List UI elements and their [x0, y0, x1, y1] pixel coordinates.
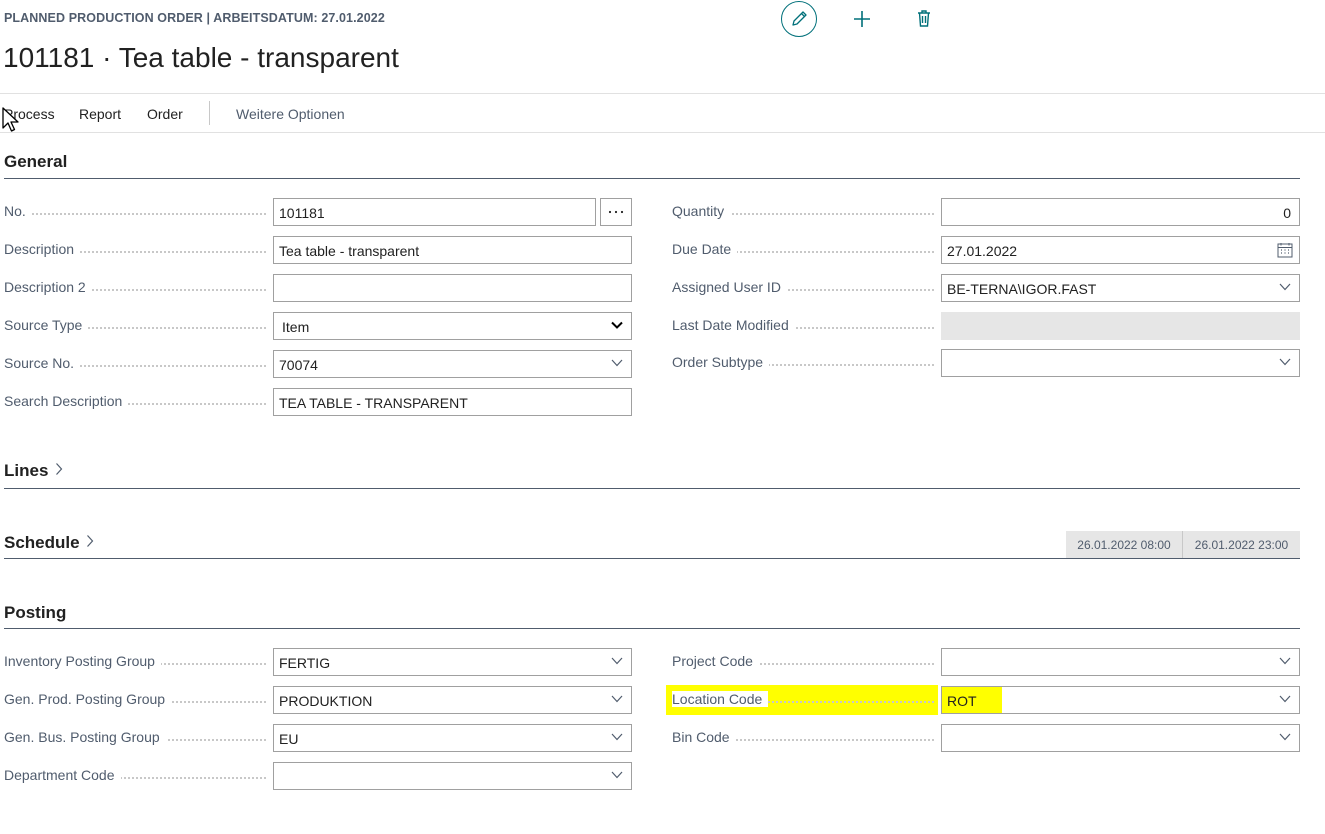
- label-order-subtype: Order Subtype: [672, 354, 934, 370]
- section-schedule[interactable]: Schedule: [4, 533, 94, 553]
- section-schedule-divider: [4, 558, 1300, 559]
- section-general-divider: [4, 178, 1300, 179]
- plus-icon: [854, 11, 870, 27]
- chevron-right-icon: [87, 535, 94, 547]
- gen-bus-posting-group-field[interactable]: EU: [273, 724, 632, 752]
- gen-bus-posting-group-value: EU: [279, 731, 299, 747]
- chevron-down-icon: [611, 733, 623, 741]
- gen-prod-posting-group-field[interactable]: PRODUKTION: [273, 686, 632, 714]
- chevron-down-icon: [611, 321, 623, 329]
- menu-order[interactable]: Order: [147, 106, 183, 122]
- source-no-field[interactable]: 70074: [273, 350, 632, 378]
- calendar-icon[interactable]: [1277, 242, 1293, 258]
- no-lookup-button[interactable]: [600, 198, 632, 226]
- section-lines-title: Lines: [4, 461, 49, 480]
- chevron-down-icon: [1279, 358, 1291, 366]
- location-code-value: ROT: [947, 693, 977, 709]
- action-bar-bottom-border: [0, 132, 1325, 133]
- label-department-code: Department Code: [4, 767, 266, 783]
- gen-prod-posting-group-value: PRODUKTION: [279, 693, 373, 709]
- chevron-down-icon: [611, 657, 623, 665]
- label-gen-bus-posting-group: Gen. Bus. Posting Group: [4, 729, 266, 745]
- due-date-value: 27.01.2022: [947, 243, 1018, 259]
- label-gen-prod-posting-group: Gen. Prod. Posting Group: [4, 691, 266, 707]
- new-button[interactable]: [850, 7, 874, 31]
- label-no: No.: [4, 203, 266, 219]
- pencil-icon: [792, 11, 807, 26]
- description-2-field[interactable]: [273, 274, 632, 302]
- bin-code-field[interactable]: [941, 724, 1300, 752]
- label-search-description: Search Description: [4, 393, 266, 409]
- section-general[interactable]: General: [4, 152, 67, 172]
- section-lines-divider: [4, 488, 1300, 489]
- label-assigned-user-id: Assigned User ID: [672, 279, 934, 295]
- chevron-down-icon: [1279, 695, 1291, 703]
- section-posting-divider: [4, 628, 1300, 629]
- label-project-code: Project Code: [672, 653, 934, 669]
- label-quantity: Quantity: [672, 203, 934, 219]
- label-source-no: Source No.: [4, 355, 266, 371]
- section-posting[interactable]: Posting: [4, 603, 66, 623]
- no-field[interactable]: 101181: [273, 198, 596, 226]
- mouse-cursor-icon: [2, 107, 19, 132]
- menu-separator: [209, 101, 210, 125]
- edit-button[interactable]: [781, 1, 817, 37]
- source-type-value: Item: [282, 319, 310, 335]
- page-title: 101181 · Tea table - transparent: [3, 42, 399, 73]
- chevron-down-icon: [1279, 283, 1291, 291]
- chevron-down-icon: [611, 359, 623, 367]
- label-description-2: Description 2: [4, 279, 266, 295]
- label-description: Description: [4, 241, 266, 257]
- inventory-posting-group-value: FERTIG: [279, 655, 331, 671]
- action-bar-top-border: [0, 93, 1325, 94]
- chevron-down-icon: [1279, 733, 1291, 741]
- label-location-code: Location Code: [672, 691, 934, 707]
- last-date-modified-field: [941, 312, 1300, 340]
- section-lines[interactable]: Lines: [4, 461, 63, 481]
- menu-more-options[interactable]: Weitere Optionen: [236, 106, 345, 122]
- inventory-posting-group-field[interactable]: FERTIG: [273, 648, 632, 676]
- source-type-select[interactable]: Item: [273, 312, 632, 340]
- due-date-field[interactable]: 27.01.2022: [941, 236, 1300, 264]
- description-field[interactable]: Tea table - transparent: [273, 236, 632, 264]
- section-schedule-title: Schedule: [4, 533, 80, 552]
- trash-icon: [918, 10, 930, 27]
- ellipsis-icon: [608, 210, 624, 214]
- label-last-date-modified: Last Date Modified: [672, 317, 934, 333]
- chevron-down-icon: [1279, 657, 1291, 665]
- quantity-field[interactable]: 0: [941, 198, 1300, 226]
- menu-report[interactable]: Report: [79, 106, 121, 122]
- chevron-right-icon: [56, 463, 63, 475]
- department-code-field[interactable]: [273, 762, 632, 790]
- location-code-field[interactable]: ROT: [941, 686, 1300, 714]
- label-bin-code: Bin Code: [672, 729, 934, 745]
- label-inventory-posting-group: Inventory Posting Group: [4, 653, 266, 669]
- page-caption: PLANNED PRODUCTION ORDER | ARBEITSDATUM:…: [4, 11, 385, 25]
- assigned-user-id-field[interactable]: BE-TERNA\IGOR.FAST: [941, 274, 1300, 302]
- chevron-down-icon: [611, 695, 623, 703]
- label-due-date: Due Date: [672, 241, 934, 257]
- schedule-end-summary: 26.01.2022 23:00: [1183, 531, 1300, 558]
- search-description-field[interactable]: TEA TABLE - TRANSPARENT: [273, 388, 632, 416]
- delete-button[interactable]: [912, 7, 936, 31]
- label-source-type: Source Type: [4, 317, 266, 333]
- source-no-value: 70074: [279, 357, 318, 373]
- project-code-field[interactable]: [941, 648, 1300, 676]
- order-subtype-field[interactable]: [941, 349, 1300, 377]
- chevron-down-icon: [611, 771, 623, 779]
- schedule-start-summary: 26.01.2022 08:00: [1066, 531, 1182, 558]
- assigned-user-id-value: BE-TERNA\IGOR.FAST: [947, 281, 1097, 297]
